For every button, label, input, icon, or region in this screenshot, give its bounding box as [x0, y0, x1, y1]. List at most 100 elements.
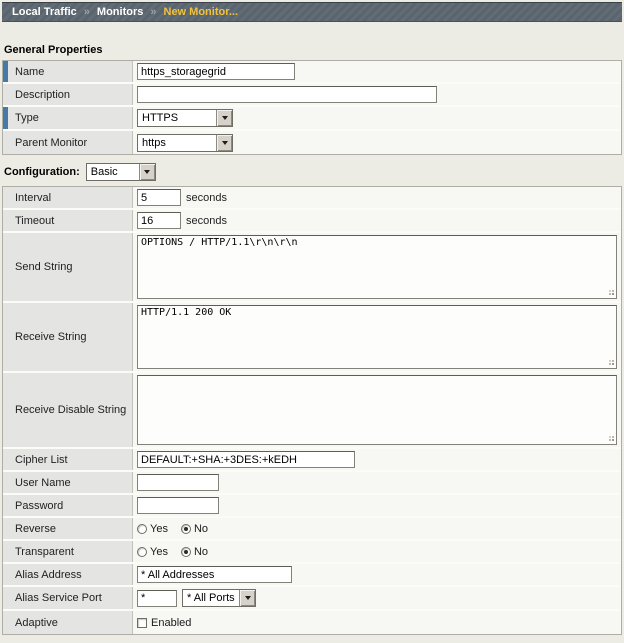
parent-monitor-select[interactable]: https [137, 134, 233, 152]
breadcrumb-separator: » [150, 6, 156, 18]
name-label: Name [15, 66, 44, 78]
breadcrumb-separator: » [84, 6, 90, 18]
timeout-unit: seconds [186, 215, 227, 227]
description-input[interactable] [137, 86, 437, 103]
form-row-alias-address: Alias Address [3, 564, 621, 587]
form-row-name: Name [3, 61, 621, 84]
user-name-input[interactable] [137, 474, 219, 491]
breadcrumb-new-monitor: New Monitor... [164, 6, 239, 18]
alias-service-port-select-value: * All Ports [183, 592, 239, 604]
form-row-alias-service-port: Alias Service Port * All Ports [3, 587, 621, 611]
transparent-no-label: No [194, 546, 208, 558]
name-value-cell [133, 61, 621, 82]
parent-monitor-label: Parent Monitor [15, 137, 87, 149]
cipher-list-label: Cipher List [15, 454, 68, 466]
configuration-label: Configuration: [4, 166, 80, 178]
form-row-type: Type HTTPS [3, 107, 621, 131]
interval-value-cell: seconds [133, 187, 621, 208]
send-string-textarea[interactable]: OPTIONS / HTTP/1.1\r\n\r\n [137, 235, 617, 299]
form-row-receive-disable-string: Receive Disable String [3, 373, 621, 449]
alias-service-port-label-cell: Alias Service Port [3, 587, 133, 609]
password-value-cell [133, 495, 621, 516]
configuration-mode-select[interactable]: Basic [86, 163, 156, 181]
adaptive-enabled-checkbox[interactable]: Enabled [137, 617, 191, 629]
name-input[interactable] [137, 63, 295, 80]
chevron-down-icon [216, 135, 232, 151]
resize-grip-icon[interactable] [606, 287, 614, 295]
timeout-input[interactable] [137, 212, 181, 229]
general-properties-title: General Properties [4, 44, 622, 56]
receive-disable-string-value-cell [133, 373, 621, 447]
breadcrumb-monitors[interactable]: Monitors [97, 6, 143, 18]
reverse-label: Reverse [15, 523, 56, 535]
transparent-no-radio[interactable]: No [181, 546, 208, 558]
form-row-interval: Interval seconds [3, 187, 621, 210]
alias-address-input[interactable] [137, 566, 292, 583]
radio-checked-icon [181, 524, 191, 534]
receive-string-value-cell: HTTP/1.1 200 OK [133, 303, 621, 371]
type-value-cell: HTTPS [133, 107, 621, 129]
checkbox-icon [137, 618, 147, 628]
send-string-value-cell: OPTIONS / HTTP/1.1\r\n\r\n [133, 233, 621, 301]
general-properties-table: Name Description Type HTTPS Parent Monit… [2, 60, 622, 155]
resize-grip-icon[interactable] [606, 357, 614, 365]
type-label-cell: Type [3, 107, 133, 129]
parent-monitor-label-cell: Parent Monitor [3, 131, 133, 154]
form-row-description: Description [3, 84, 621, 107]
form-row-adaptive: Adaptive Enabled [3, 611, 621, 634]
transparent-yes-label: Yes [150, 546, 168, 558]
description-label-cell: Description [3, 84, 133, 105]
transparent-yes-radio[interactable]: Yes [137, 546, 168, 558]
parent-monitor-value-cell: https [133, 131, 621, 154]
receive-disable-string-textarea[interactable] [137, 375, 617, 445]
transparent-label-cell: Transparent [3, 541, 133, 562]
timeout-label: Timeout [15, 215, 54, 227]
breadcrumb-local-traffic[interactable]: Local Traffic [12, 6, 77, 18]
transparent-value-cell: Yes No [133, 541, 621, 562]
chevron-down-icon [216, 110, 232, 126]
alias-service-port-input[interactable] [137, 590, 177, 607]
receive-disable-string-label-cell: Receive Disable String [3, 373, 133, 447]
alias-address-label-cell: Alias Address [3, 564, 133, 585]
required-indicator [3, 61, 8, 82]
chevron-down-icon [239, 590, 255, 606]
required-indicator [3, 107, 8, 129]
description-value-cell [133, 84, 621, 105]
user-name-label: User Name [15, 477, 71, 489]
interval-input[interactable] [137, 189, 181, 206]
reverse-yes-radio[interactable]: Yes [137, 523, 168, 535]
form-row-transparent: Transparent Yes No [3, 541, 621, 564]
reverse-no-radio[interactable]: No [181, 523, 208, 535]
type-select-value: HTTPS [138, 112, 216, 124]
configuration-mode-value: Basic [87, 166, 139, 178]
reverse-no-label: No [194, 523, 208, 535]
alias-service-port-select[interactable]: * All Ports [182, 589, 256, 607]
resize-grip-icon[interactable] [606, 433, 614, 441]
type-label: Type [15, 112, 39, 124]
form-row-timeout: Timeout seconds [3, 210, 621, 233]
form-row-cipher-list: Cipher List [3, 449, 621, 472]
alias-address-label: Alias Address [15, 569, 82, 581]
adaptive-value-cell: Enabled [133, 611, 621, 634]
send-string-label: Send String [15, 261, 72, 273]
timeout-value-cell: seconds [133, 210, 621, 231]
adaptive-label-cell: Adaptive [3, 611, 133, 634]
form-row-reverse: Reverse Yes No [3, 518, 621, 541]
configuration-table: Interval seconds Timeout seconds Send St… [2, 186, 622, 635]
user-name-value-cell [133, 472, 621, 493]
form-row-password: Password [3, 495, 621, 518]
receive-string-label: Receive String [15, 331, 87, 343]
cipher-list-label-cell: Cipher List [3, 449, 133, 470]
cipher-list-input[interactable] [137, 451, 355, 468]
radio-icon [137, 524, 147, 534]
form-row-parent-monitor: Parent Monitor https [3, 131, 621, 154]
type-select[interactable]: HTTPS [137, 109, 233, 127]
password-input[interactable] [137, 497, 219, 514]
adaptive-label: Adaptive [15, 617, 58, 629]
receive-string-textarea[interactable]: HTTP/1.1 200 OK [137, 305, 617, 369]
interval-label-cell: Interval [3, 187, 133, 208]
password-label: Password [15, 500, 63, 512]
reverse-value-cell: Yes No [133, 518, 621, 539]
adaptive-enabled-label: Enabled [151, 617, 191, 629]
interval-label: Interval [15, 192, 51, 204]
